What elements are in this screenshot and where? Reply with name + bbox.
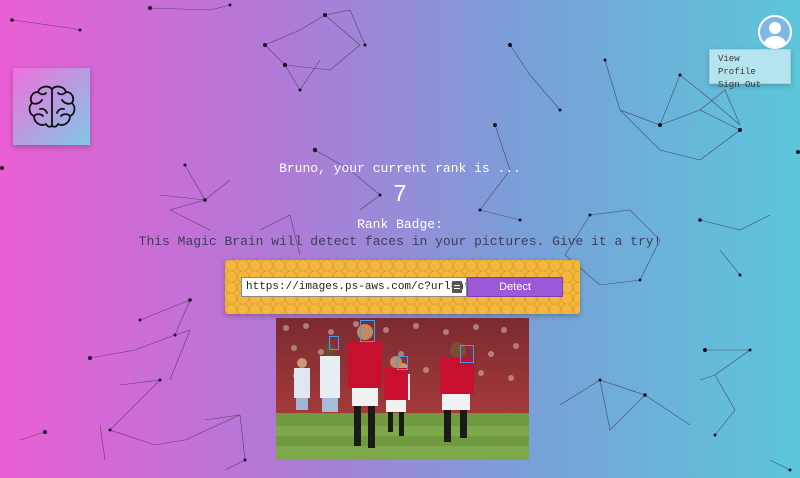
detected-image [276,318,529,460]
autofill-icon[interactable] [452,281,462,293]
profile-menu: View Profile Sign Out [709,49,791,90]
logo[interactable] [13,68,90,145]
photo-illustration [276,318,529,460]
face-box [360,320,375,342]
rank-message: Bruno, your current rank is ... [279,161,521,176]
brain-icon [28,85,75,128]
rank-badge-label: Rank Badge: [357,217,443,232]
face-box [397,356,408,370]
view-profile-menu-item[interactable]: View Profile [718,53,782,79]
intro-text: This Magic Brain will detect faces in yo… [138,234,662,249]
face-box [460,345,474,363]
user-avatar-icon [763,22,787,47]
detect-button[interactable]: Detect [467,277,563,297]
image-url-form: https://images.ps-aws.com/c?url=ht Detec… [225,260,580,314]
profile-avatar[interactable] [758,15,792,49]
sign-out-menu-item[interactable]: Sign Out [718,79,782,92]
rank-number: 7 [392,182,408,209]
image-url-input[interactable]: https://images.ps-aws.com/c?url=ht [241,277,467,297]
face-box [329,336,339,350]
